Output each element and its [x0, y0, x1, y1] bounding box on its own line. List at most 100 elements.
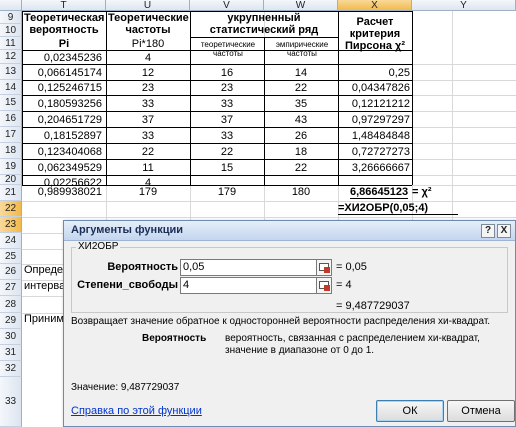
table-border	[22, 64, 412, 65]
function-help-link[interactable]: Справка по этой функции	[71, 405, 202, 417]
cell-frequency[interactable]: 33	[106, 98, 190, 110]
cell-frequency[interactable]: 11	[106, 162, 190, 174]
cell-frequency[interactable]: 22	[106, 146, 190, 158]
cell-probability[interactable]: 0,180593256	[24, 98, 102, 110]
row28-text[interactable]: интервало	[24, 280, 64, 292]
formula-cell[interactable]: =ХИ2ОБР(0,05;4)	[338, 202, 458, 215]
degrees-of-freedom-input[interactable]: 4	[180, 277, 318, 294]
row-header[interactable]: 17	[0, 127, 22, 143]
cell-theoretical[interactable]: 37	[190, 114, 264, 126]
cell-empirical[interactable]: 22	[264, 82, 338, 94]
column-header-y[interactable]: Y	[412, 0, 516, 11]
cell-probability[interactable]: 0,062349529	[24, 162, 102, 174]
row-header[interactable]: 24	[0, 233, 22, 249]
corner-cell[interactable]	[0, 0, 22, 11]
row-header[interactable]: 33	[0, 377, 22, 427]
total-v[interactable]: 179	[190, 186, 264, 198]
dialog-titlebar[interactable]: Аргументы функции ? X	[64, 221, 515, 241]
cell-probability[interactable]: 0,066145174	[24, 67, 102, 79]
row27-text[interactable]: Определе	[24, 264, 64, 276]
formula-result: = 9,487729037	[336, 300, 410, 312]
probability-input[interactable]: 0,05	[180, 259, 318, 276]
row-header[interactable]: 14	[0, 80, 22, 95]
cell-empirical[interactable]: 43	[264, 114, 338, 126]
cell-probability[interactable]: 0,18152897	[24, 130, 102, 142]
cell-pearson[interactable]: 0,12121212	[338, 98, 410, 110]
row-header[interactable]: 15	[0, 95, 22, 111]
row-header[interactable]: 12	[0, 50, 22, 64]
table-border	[22, 143, 412, 144]
total-t[interactable]: 0,989938021	[24, 186, 102, 198]
row-header[interactable]: 10	[0, 24, 22, 37]
total-u[interactable]: 179	[106, 186, 190, 198]
cell-pearson[interactable]: 0,97297297	[338, 114, 410, 126]
row-header[interactable]: 32	[0, 361, 22, 377]
cell-frequency[interactable]: 4	[106, 52, 190, 64]
cell-empirical[interactable]: 14	[264, 67, 338, 79]
row-header[interactable]: 27	[0, 280, 22, 296]
cell-pearson[interactable]: 0,72727273	[338, 146, 410, 158]
row-header[interactable]: 20	[0, 175, 22, 185]
cell-theoretical[interactable]: 33	[190, 130, 264, 142]
row-header[interactable]: 16	[0, 111, 22, 127]
collapse-dialog-icon[interactable]	[316, 277, 332, 294]
row-header[interactable]: 11	[0, 37, 22, 50]
column-header-t[interactable]: T	[22, 0, 106, 11]
arg1-result: = 0,05	[336, 261, 367, 273]
cell-frequency[interactable]: 37	[106, 114, 190, 126]
cell-frequency[interactable]: 23	[106, 82, 190, 94]
table-border	[22, 127, 412, 128]
cell-empirical[interactable]: 18	[264, 146, 338, 158]
column-header-u[interactable]: U	[106, 0, 190, 11]
row-header[interactable]: 28	[0, 296, 22, 313]
row-header[interactable]: 13	[0, 64, 22, 80]
row30-text[interactable]: Принимае	[24, 313, 64, 325]
cell-pearson[interactable]: 0,25	[338, 67, 410, 79]
header-v-theoretical: теоретические частоты	[200, 40, 256, 58]
table-border	[22, 111, 412, 112]
row-header[interactable]: 18	[0, 143, 22, 159]
arg-help-text: вероятность, связанная с распределением …	[225, 333, 480, 356]
ok-button[interactable]: ОК	[376, 400, 444, 422]
gridline	[22, 217, 516, 218]
cell-probability[interactable]: 0,02345236	[24, 52, 102, 64]
row-header[interactable]: 9	[0, 11, 22, 24]
total-x[interactable]: 6,86645123	[350, 186, 408, 199]
column-header-w[interactable]: W	[264, 0, 338, 11]
cell-frequency[interactable]: 33	[106, 130, 190, 142]
header-w-empirical: эмпирические частоты	[275, 40, 329, 58]
row-header[interactable]: 31	[0, 345, 22, 361]
cell-pearson[interactable]: 1,48484848	[338, 130, 410, 142]
cell-theoretical[interactable]: 23	[190, 82, 264, 94]
row-header[interactable]: 21	[0, 185, 22, 201]
cell-probability[interactable]: 0,204651729	[24, 114, 102, 126]
row-header[interactable]: 23	[0, 217, 22, 233]
cell-empirical[interactable]: 26	[264, 130, 338, 142]
cell-frequency[interactable]: 12	[106, 67, 190, 79]
cancel-button[interactable]: Отмена	[447, 400, 515, 422]
cell-theoretical[interactable]: 15	[190, 162, 264, 174]
row-header[interactable]: 30	[0, 329, 22, 345]
row-header[interactable]: 25	[0, 249, 22, 264]
total-w[interactable]: 180	[264, 186, 338, 198]
cell-theoretical[interactable]: 22	[190, 146, 264, 158]
column-header-v[interactable]: V	[190, 0, 264, 11]
row-header[interactable]: 26	[0, 264, 22, 280]
cell-theoretical[interactable]: 16	[190, 67, 264, 79]
row-header[interactable]: 22	[0, 201, 22, 217]
cell-empirical[interactable]: 22	[264, 162, 338, 174]
function-arguments-dialog[interactable]: Аргументы функции ? X ХИ2ОБР Вероятность…	[63, 220, 516, 427]
row-header[interactable]: 29	[0, 313, 22, 329]
help-icon[interactable]: ?	[481, 224, 495, 238]
cell-pearson[interactable]: 0,04347826	[338, 82, 410, 94]
close-icon[interactable]: X	[497, 224, 511, 238]
cell-probability[interactable]: 0,125246715	[24, 82, 102, 94]
cell-pearson[interactable]: 3,26666667	[338, 162, 410, 174]
collapse-dialog-icon[interactable]	[316, 259, 332, 276]
row-header[interactable]: 19	[0, 159, 22, 175]
header-consolidated-series: укрупненный статистический ряд	[209, 12, 319, 36]
cell-theoretical[interactable]: 33	[190, 98, 264, 110]
column-header-x[interactable]: X	[338, 0, 412, 11]
cell-empirical[interactable]: 35	[264, 98, 338, 110]
cell-probability[interactable]: 0,123404068	[24, 146, 102, 158]
